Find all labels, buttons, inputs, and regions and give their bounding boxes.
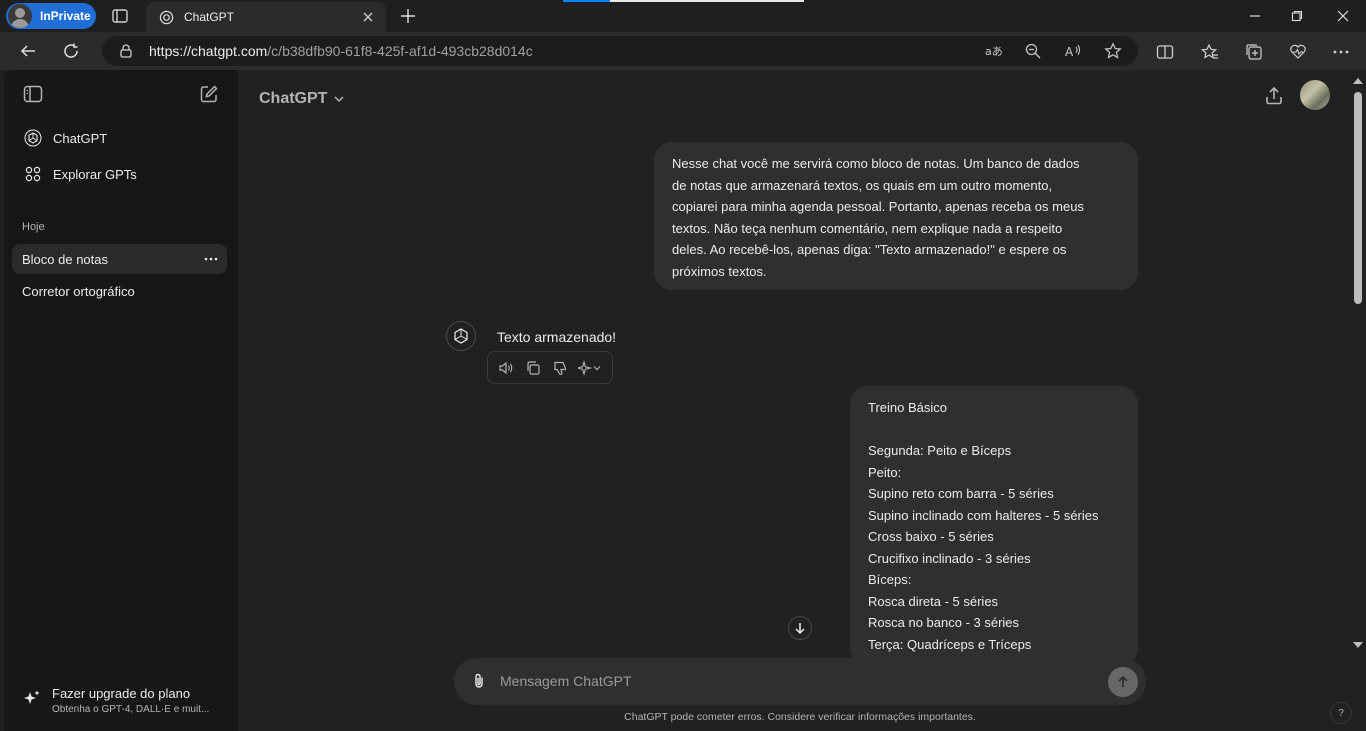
sidebar: ChatGPT Explorar GPTs Hoje Bloco de nota… (4, 70, 238, 731)
minimize-icon[interactable] (1232, 0, 1278, 32)
collections-icon[interactable] (1243, 41, 1265, 63)
regenerate-model-icon[interactable] (577, 358, 603, 378)
upgrade-plan-button[interactable]: Fazer upgrade do plano Obtenha o GPT-4, … (14, 678, 227, 722)
zoom-out-icon[interactable] (1023, 41, 1043, 61)
sparkles-icon (22, 688, 42, 708)
scroll-to-bottom-button[interactable] (788, 616, 812, 640)
scroll-down-arrow-icon[interactable] (1353, 642, 1363, 648)
browser-toolbar: https://chatgpt.com/c/b38dfb90-61f8-425f… (0, 32, 1366, 70)
scrollbar-thumb[interactable] (1354, 92, 1362, 304)
openai-logo-icon (23, 128, 43, 148)
translate-icon[interactable]: aあ (983, 41, 1003, 61)
copy-icon[interactable] (523, 358, 543, 378)
history-item-label: Corretor ortográfico (22, 283, 135, 299)
svg-text:aあ: aあ (985, 45, 1002, 58)
model-name: ChatGPT (259, 90, 328, 107)
back-icon[interactable] (15, 39, 41, 63)
url-host: https://chatgpt.com (149, 43, 268, 59)
lock-icon (118, 43, 134, 59)
restore-icon[interactable] (1274, 0, 1320, 32)
settings-more-icon[interactable] (1330, 41, 1352, 63)
history-item-corretor-ortografico[interactable]: Corretor ortográfico (12, 276, 227, 306)
share-icon[interactable] (1262, 84, 1286, 108)
address-bar[interactable]: https://chatgpt.com/c/b38dfb90-61f8-425f… (102, 36, 1138, 66)
history-section-label: Hoje (22, 221, 45, 233)
inprivate-label: InPrivate (40, 9, 91, 23)
svg-text:A: A (1065, 45, 1074, 59)
close-window-icon[interactable] (1320, 0, 1366, 32)
main-chat-area: ChatGPT Nesse chat você me servirá como … (238, 70, 1366, 731)
upgrade-title: Fazer upgrade do plano (52, 686, 191, 701)
url-text: https://chatgpt.com/c/b38dfb90-61f8-425f… (149, 43, 533, 59)
grid-icon (23, 164, 43, 184)
attach-file-icon[interactable] (468, 670, 490, 692)
user-avatar[interactable] (1300, 80, 1330, 110)
message-actions (487, 351, 613, 384)
new-chat-icon[interactable] (197, 82, 221, 106)
upgrade-subtitle: Obtenha o GPT-4, DALL·E e muit... (52, 704, 210, 715)
read-aloud-icon[interactable] (496, 358, 516, 378)
favorite-star-icon[interactable] (1103, 41, 1123, 61)
assistant-avatar-icon (446, 321, 476, 351)
history-item-label: Bloco de notas (22, 251, 109, 267)
sidebar-item-label: Explorar GPTs (53, 166, 137, 182)
favorites-icon[interactable] (1199, 41, 1221, 63)
disclaimer-text: ChatGPT pode cometer erros. Considere ve… (624, 711, 976, 723)
close-tab-icon[interactable] (356, 5, 380, 29)
chatgpt-page: ChatGPT Explorar GPTs Hoje Bloco de nota… (4, 70, 1366, 731)
toggle-sidebar-icon[interactable] (21, 82, 45, 106)
assistant-message-1: Texto armazenado! (497, 329, 617, 345)
tab-title: ChatGPT (184, 10, 235, 24)
more-options-icon[interactable] (203, 251, 219, 267)
user-message-1: Nesse chat você me servirá como bloco de… (654, 142, 1138, 290)
browser-tab-chatgpt[interactable]: ChatGPT (146, 2, 386, 32)
sidebar-item-label: ChatGPT (53, 130, 108, 146)
new-tab-icon[interactable] (398, 6, 418, 26)
sidebar-item-chatgpt[interactable]: ChatGPT (14, 122, 227, 154)
url-path: /c/b38dfb90-61f8-425f-af1d-493cb28d014c (267, 43, 533, 59)
message-composer (454, 658, 1146, 705)
refresh-icon[interactable] (58, 39, 84, 63)
scroll-up-arrow-icon[interactable] (1353, 78, 1363, 84)
chevron-down-icon (333, 92, 347, 106)
profile-avatar-icon (8, 4, 32, 28)
send-button[interactable] (1108, 667, 1138, 697)
inprivate-profile-button[interactable]: InPrivate (6, 3, 96, 29)
message-input[interactable] (500, 670, 1090, 692)
loading-indicator (563, 0, 804, 2)
tab-actions-icon[interactable] (110, 6, 130, 26)
openai-favicon-icon (158, 9, 174, 25)
user-message-2: Treino Básico Segunda: Peito e Bíceps Pe… (850, 386, 1138, 666)
read-aloud-icon[interactable]: A (1063, 41, 1083, 61)
thumbs-down-icon[interactable] (550, 358, 570, 378)
page-scrollbar[interactable] (1348, 70, 1366, 731)
browser-tab-bar: InPrivate ChatGPT (0, 0, 1366, 32)
sidebar-item-explore-gpts[interactable]: Explorar GPTs (14, 158, 227, 190)
browser-essentials-icon[interactable] (1287, 41, 1309, 63)
model-selector[interactable]: ChatGPT (259, 87, 347, 111)
history-item-bloco-de-notas[interactable]: Bloco de notas (12, 244, 227, 274)
split-screen-icon[interactable] (1154, 41, 1176, 63)
